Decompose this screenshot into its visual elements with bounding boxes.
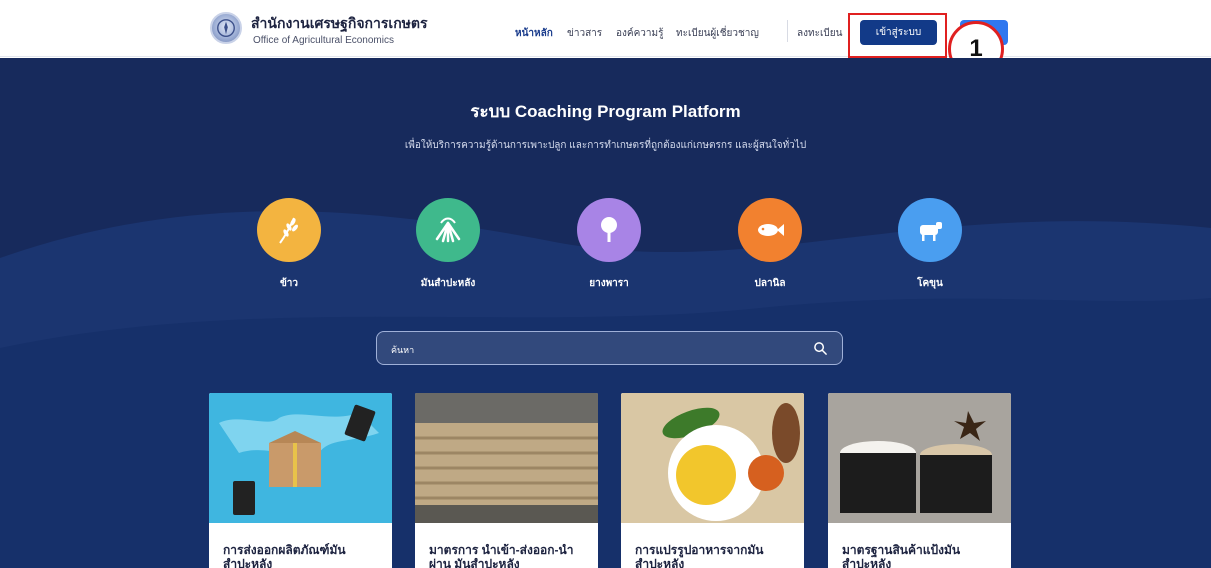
top-navbar: สำนักงานเศรษฐกิจการเกษตร Office of Agric… [0, 0, 1211, 77]
category-cassava-circle [416, 198, 480, 262]
category-rubber[interactable]: ยางพารา [554, 198, 664, 291]
article-card-food-processing[interactable]: การแปรรูปอาหารจากมัน สำปะหลัง [621, 393, 804, 568]
hero-title: ระบบ Coaching Program Platform [470, 102, 741, 121]
card-title-import-export-measures: มาตรการ นำเข้า-ส่งออก-นำ ผ่าน มันสำปะหลั… [429, 543, 574, 568]
org-name-english: Office of Agricultural Economics [253, 35, 394, 46]
card-image-food [621, 393, 804, 523]
search-icon[interactable] [813, 341, 828, 356]
category-beef-cattle[interactable]: โคขุน [875, 198, 985, 291]
category-cassava-label: มันสำปะหลัง [420, 278, 476, 289]
category-rice-label: ข้าว [279, 278, 299, 289]
cow-icon [920, 222, 942, 241]
category-beef-cattle-label: โคขุน [917, 278, 943, 289]
rice-icon [279, 217, 298, 244]
cassava-icon [435, 217, 461, 243]
hero-wave-background [0, 211, 1211, 568]
category-rice-circle [257, 198, 321, 262]
category-tilapia[interactable]: ปลานิล [715, 198, 825, 291]
category-cassava[interactable]: มันสำปะหลัง [393, 198, 503, 291]
food-illustration [662, 403, 800, 521]
search-input[interactable]: ค้นหา [391, 343, 414, 357]
category-tilapia-circle [738, 198, 802, 262]
starch-illustration [840, 411, 992, 513]
sacks-illustration [415, 393, 598, 523]
nav-expert-registry[interactable]: ทะเบียนผู้เชี่ยวชาญ [676, 26, 759, 41]
category-tilapia-label: ปลานิล [754, 278, 786, 289]
category-rubber-circle [577, 198, 641, 262]
emblem-icon [217, 19, 235, 37]
card-image-starch [828, 393, 1011, 523]
category-rubber-label: ยางพารา [589, 278, 629, 289]
fish-icon [758, 224, 784, 236]
page: สำนักงานเศรษฐกิจการเกษตร Office of Agric… [0, 0, 1211, 568]
register-link[interactable]: ลงทะเบียน [797, 26, 842, 41]
nav-divider [787, 20, 788, 42]
nav-home[interactable]: หน้าหลัก [515, 26, 553, 41]
category-rice[interactable]: ข้าว [234, 198, 344, 291]
card-title-starch-standard: มาตรฐานสินค้าแป้งมัน สำปะหลัง [842, 543, 961, 568]
nav-knowledge[interactable]: องค์ความรู้ [616, 26, 663, 41]
category-beef-cattle-circle [898, 198, 962, 262]
article-card-starch-standard[interactable]: มาตรฐานสินค้าแป้งมัน สำปะหลัง [828, 393, 1011, 568]
hero-section: ระบบ Coaching Program Platform เพื่อให้บ… [0, 58, 1211, 568]
card-title-export: การส่งออกผลิตภัณฑ์มัน สำปะหลัง [223, 543, 346, 568]
org-logo[interactable] [210, 12, 242, 44]
card-image-export [209, 393, 392, 523]
card-title-food-processing: การแปรรูปอาหารจากมัน สำปะหลัง [635, 543, 764, 568]
article-card-import-export-measures[interactable]: มาตรการ นำเข้า-ส่งออก-นำ ผ่าน มันสำปะหลั… [415, 393, 598, 568]
export-illustration [219, 404, 379, 515]
rubber-tree-icon [601, 217, 617, 242]
org-name-thai: สำนักงานเศรษฐกิจการเกษตร [251, 15, 428, 31]
login-highlight-annotation [848, 13, 947, 58]
nav-news[interactable]: ข่าวสาร [567, 26, 602, 41]
card-image-sacks [415, 393, 598, 523]
search-bar[interactable]: ค้นหา [376, 331, 843, 365]
hero-subtitle: เพื่อให้บริการความรู้ด้านการเพาะปลูก และ… [404, 140, 807, 151]
article-card-export[interactable]: การส่งออกผลิตภัณฑ์มัน สำปะหลัง [209, 393, 392, 568]
